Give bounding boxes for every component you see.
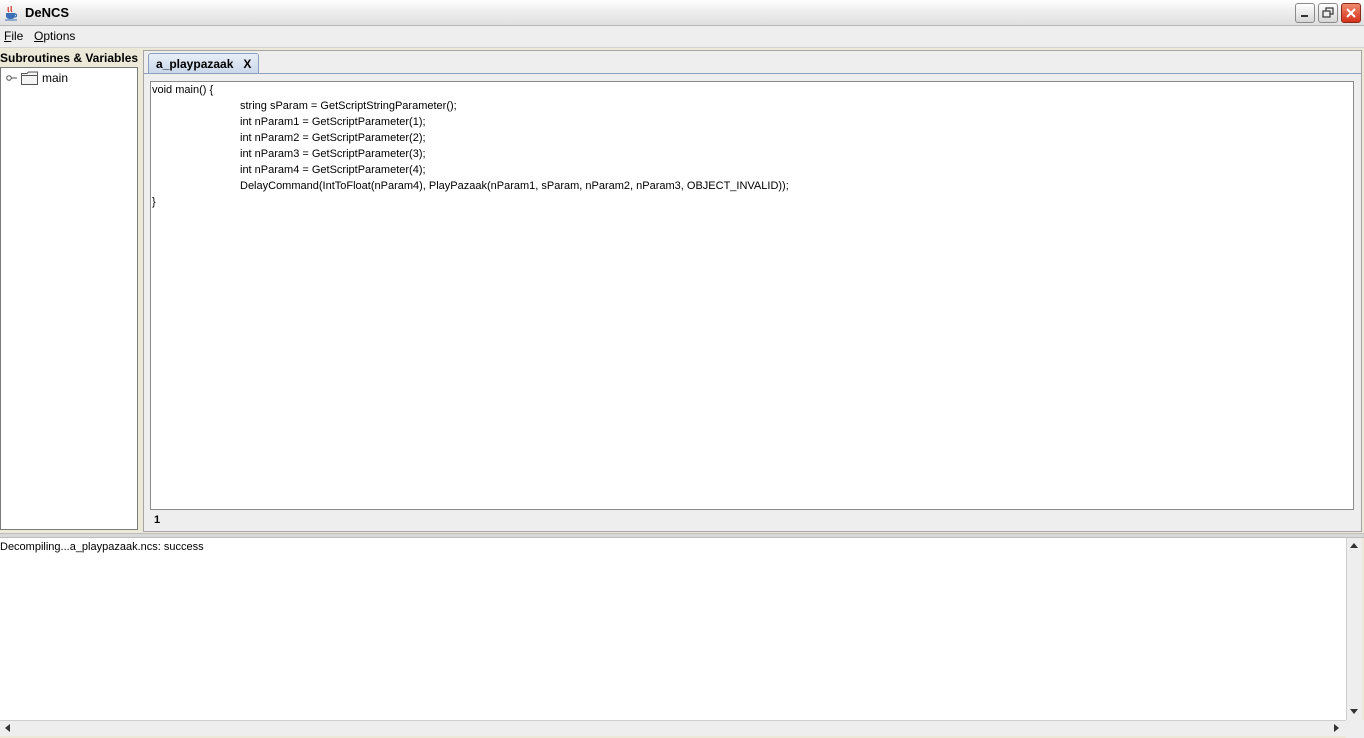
line-number-indicator: 1: [154, 514, 161, 526]
close-button[interactable]: [1341, 3, 1361, 23]
scroll-right-icon[interactable]: [1329, 721, 1343, 735]
status-log[interactable]: Decompiling...a_playpazaak.ncs: success: [0, 538, 1346, 720]
code-editor[interactable]: void main() { string sParam = GetScriptS…: [150, 81, 1354, 510]
java-cup-icon: [5, 5, 18, 21]
menu-options[interactable]: Options: [34, 29, 75, 43]
code-line: DelayCommand(IntToFloat(nParam4), PlayPa…: [240, 180, 789, 192]
tab-close-button[interactable]: X: [243, 57, 251, 71]
title-bar[interactable]: DeNCS: [0, 0, 1364, 26]
scroll-up-icon[interactable]: [1347, 539, 1361, 553]
code-line: int nParam2 = GetScriptParameter(2);: [240, 132, 426, 144]
log-vertical-scrollbar[interactable]: [1346, 538, 1362, 720]
folder-icon: [21, 71, 38, 85]
tab-a-playpazaak[interactable]: a_playpazaak X: [148, 53, 260, 74]
menu-bar: File Options: [0, 26, 1364, 48]
tree-item-label: main: [42, 71, 69, 85]
window-title: DeNCS: [25, 5, 70, 20]
scroll-down-icon[interactable]: [1347, 704, 1361, 718]
code-line: }: [152, 196, 156, 208]
log-message: Decompiling...a_playpazaak.ncs: success: [0, 541, 204, 553]
tree-expander-icon[interactable]: [6, 74, 18, 82]
menu-file[interactable]: File: [4, 29, 23, 43]
minimize-icon: [1301, 15, 1308, 17]
sidebar-title: Subroutines & Variables: [0, 51, 139, 65]
subroutines-tree[interactable]: main: [0, 67, 138, 530]
editor-tab-pane: a_playpazaak X void main() { string sPara…: [143, 50, 1362, 532]
scrollbar-corner: [1346, 720, 1364, 738]
close-icon: [1346, 8, 1356, 18]
code-line: string sParam = GetScriptStringParameter…: [240, 100, 457, 112]
code-line: int nParam4 = GetScriptParameter(4);: [240, 164, 426, 176]
minimize-button[interactable]: [1295, 3, 1315, 23]
tab-label: a_playpazaak: [156, 57, 234, 71]
code-line: void main() {: [152, 84, 214, 96]
restore-button[interactable]: [1318, 3, 1338, 23]
tab-strip-divider: [144, 73, 1361, 74]
scroll-left-icon[interactable]: [1, 721, 15, 735]
code-line: int nParam1 = GetScriptParameter(1);: [240, 116, 426, 128]
code-line: int nParam3 = GetScriptParameter(3);: [240, 148, 426, 160]
restore-icon: [1322, 7, 1334, 18]
log-horizontal-scrollbar[interactable]: [0, 720, 1346, 736]
